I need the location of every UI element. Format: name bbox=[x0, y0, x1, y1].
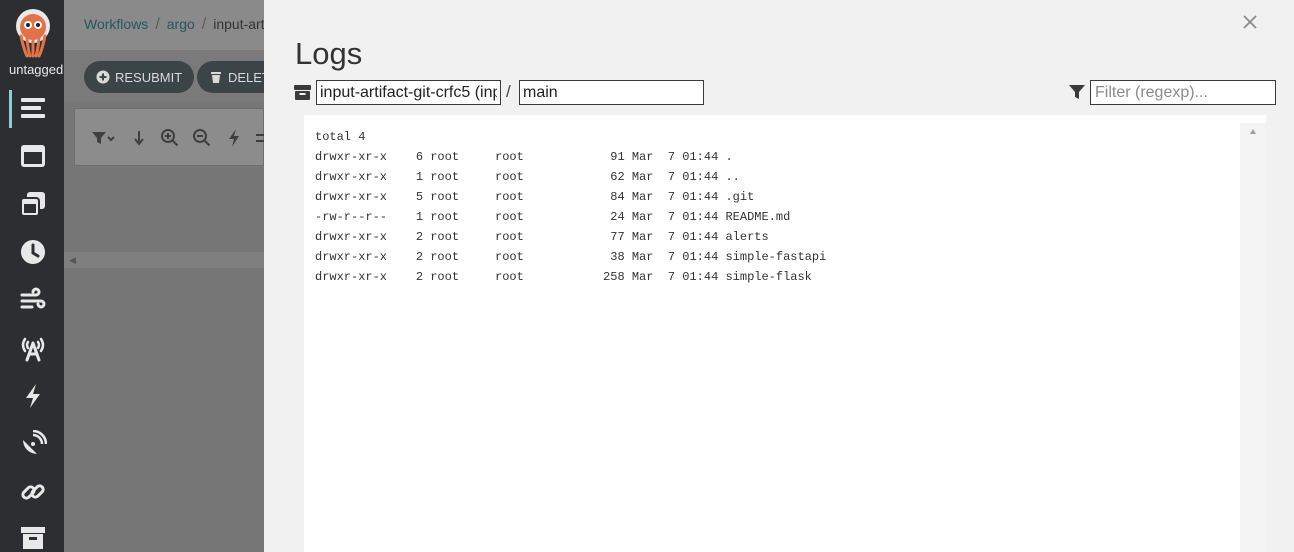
archive-icon bbox=[21, 527, 45, 549]
nav-item-workflow-templates[interactable] bbox=[18, 141, 48, 171]
logs-panel: Logs / total 4 drwxr-xr-x 6 root root 91 … bbox=[264, 0, 1294, 552]
delete-button[interactable]: DELETE bbox=[197, 61, 264, 93]
filter-dropdown-icon[interactable] bbox=[89, 128, 119, 148]
close-icon bbox=[1243, 15, 1257, 29]
log-line: drwxr-xr-x 2 root root 77 Mar 7 01:44 al… bbox=[315, 230, 769, 244]
nav-item-api-docs[interactable] bbox=[18, 477, 48, 507]
log-line: drwxr-xr-x 1 root root 62 Mar 7 01:44 .. bbox=[315, 170, 740, 184]
pod-selector[interactable] bbox=[316, 80, 501, 105]
selector-separator: / bbox=[506, 82, 511, 101]
log-output: total 4 drwxr-xr-x 6 root root 91 Mar 7 0… bbox=[315, 127, 826, 287]
top-bar: Workflows/argo/input-artifact-git-crfc5 bbox=[64, 0, 264, 50]
log-line: drwxr-xr-x 2 root root 38 Mar 7 01:44 si… bbox=[315, 250, 827, 264]
breadcrumb-namespace[interactable]: argo bbox=[167, 16, 195, 32]
action-bar: RESUBMIT DELETE bbox=[64, 50, 264, 102]
clock-icon bbox=[21, 240, 45, 264]
version-label: untagged bbox=[9, 62, 64, 77]
left-nav: untagged bbox=[0, 0, 64, 552]
log-line: total 4 bbox=[315, 130, 366, 144]
nav-item-event-flow[interactable] bbox=[18, 381, 48, 411]
nav-item-feedback[interactable] bbox=[18, 429, 48, 459]
log-line: drwxr-xr-x 5 root root 84 Mar 7 01:44 .g… bbox=[315, 190, 755, 204]
plus-circle-icon bbox=[96, 70, 110, 84]
close-button[interactable] bbox=[1240, 12, 1260, 32]
link-icon bbox=[21, 484, 45, 500]
container-selector[interactable] bbox=[519, 80, 704, 105]
breadcrumb-workflows[interactable]: Workflows bbox=[84, 16, 148, 32]
trash-icon bbox=[211, 72, 221, 83]
log-viewer[interactable]: total 4 drwxr-xr-x 6 root root 91 Mar 7 0… bbox=[304, 115, 1266, 552]
nav-item-event-sources[interactable] bbox=[18, 285, 48, 315]
breadcrumb-current: input-artifact-git-crfc5 bbox=[213, 16, 264, 32]
broadcast-tower-icon bbox=[21, 337, 45, 362]
arrow-down-icon[interactable] bbox=[129, 128, 149, 148]
log-line: -rw-r--r-- 1 root root 24 Mar 7 01:44 RE… bbox=[315, 210, 791, 224]
satellite-dish-icon bbox=[23, 430, 47, 454]
resubmit-button[interactable]: RESUBMIT bbox=[84, 61, 195, 93]
graph-toolbar bbox=[74, 108, 264, 166]
zoom-in-icon[interactable] bbox=[160, 128, 180, 148]
layout-icon[interactable] bbox=[253, 128, 264, 148]
wind-icon bbox=[20, 287, 46, 309]
filter-icon bbox=[1069, 85, 1085, 99]
page-title: Logs bbox=[295, 36, 363, 71]
delete-label: DELETE bbox=[228, 69, 264, 85]
log-scrollbar[interactable] bbox=[1240, 123, 1266, 552]
box-icon bbox=[294, 85, 311, 100]
workflow-templates-icon bbox=[21, 145, 45, 167]
scroll-left-icon[interactable]: ◀ bbox=[69, 255, 76, 266]
nav-item-sensors[interactable] bbox=[18, 333, 48, 363]
cluster-workflow-templates-icon bbox=[20, 192, 45, 217]
log-line: drwxr-xr-x 6 root root 91 Mar 7 01:44 . bbox=[315, 150, 733, 164]
log-line: drwxr-xr-x 2 root root 258 Mar 7 01:44 s… bbox=[315, 270, 812, 284]
bolt-icon[interactable] bbox=[224, 128, 244, 148]
bolt-icon bbox=[26, 384, 40, 408]
nav-item-workflows[interactable] bbox=[18, 93, 48, 123]
resubmit-label: RESUBMIT bbox=[115, 69, 183, 85]
workflows-icon bbox=[21, 98, 45, 118]
zoom-out-icon[interactable] bbox=[192, 128, 212, 148]
argo-logo-icon[interactable] bbox=[13, 8, 53, 60]
nav-active-indicator bbox=[9, 90, 12, 128]
scroll-up-icon[interactable] bbox=[1250, 129, 1256, 134]
filter-input[interactable] bbox=[1090, 80, 1276, 105]
nav-item-cron-workflows[interactable] bbox=[18, 237, 48, 267]
horizontal-scrollbar[interactable]: ◀ bbox=[64, 252, 264, 268]
nav-item-cluster-workflow-templates[interactable] bbox=[18, 189, 48, 219]
nav-item-archived-workflows[interactable] bbox=[18, 522, 48, 552]
workflow-details-background: Workflows/argo/input-artifact-git-crfc5 … bbox=[64, 0, 264, 552]
breadcrumb: Workflows/argo/input-artifact-git-crfc5 bbox=[84, 16, 264, 34]
